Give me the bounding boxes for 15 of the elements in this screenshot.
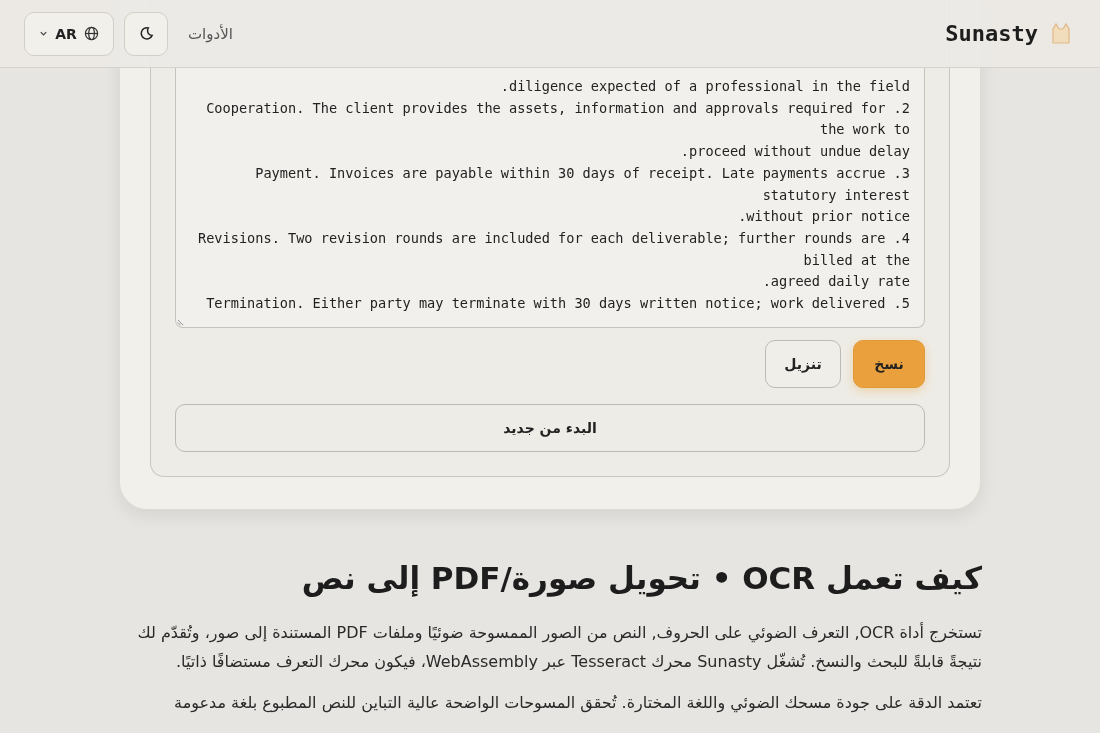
result-text-area[interactable]: diligence expected of a professional in the field. 2. Cooperation. The client provides the assets, information and approvals required for the work to proceed without undue delay. 3. Payment. Invoices are payable within 30 days of receipt. Late payments accrue statutory interest without prior notice. 4. Revisions. Two revision rounds are included for each deliverable; further rounds are billed at the agreed daily rate. 5. Termination. Either party may terminate with 30 days written notice; work delivered: [175, 66, 925, 328]
globe-icon: [83, 26, 99, 41]
article-paragraph: تستخرج أداة OCR, التعرف الضوئي على الحروف, النص من الصور الممسوحة ضوئيًا وملفات PDF المستندة إلى صور، وتُقدّم لك نتيجةً قابلةً للبحث والنسخ. تُشغّل Sunasty محرك Tesseract عبر WebAssembly، فيكون محرك التعرف مستضافًا ذاتيًا.: [136, 621, 982, 674]
theme-toggle-button[interactable]: [124, 11, 168, 56]
tools-link[interactable]: الأدوات: [188, 24, 233, 43]
chevron-down-icon: [39, 29, 49, 38]
article-heading: كيف تعمل OCR • تحويل صورة/PDF إلى نص: [300, 560, 982, 596]
copy-button[interactable]: نسخ: [853, 340, 925, 388]
restart-button[interactable]: البدء من جديد: [175, 404, 925, 452]
download-button[interactable]: تنزيل: [765, 340, 841, 388]
logo-text[interactable]: Sunasty: [945, 21, 1038, 46]
resize-grip-icon: [177, 319, 184, 326]
article-paragraph: تعتمد الدقة على جودة مسحك الضوئي واللغة المختارة. تُحقق المسوحات الواضحة عالية التباين للنص المطبوع بلغة مدعومة: [173, 692, 982, 715]
language-selector[interactable]: AR: [24, 11, 114, 56]
moon-icon: [138, 26, 154, 41]
